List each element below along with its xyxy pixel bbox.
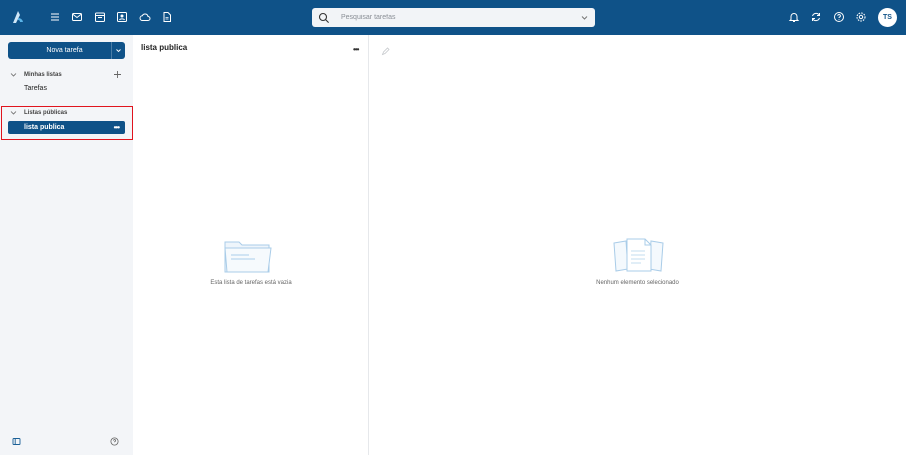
new-task-button[interactable]: Nova tarefa <box>8 42 125 59</box>
collapse-sidebar-icon[interactable] <box>12 437 21 446</box>
menu-icon[interactable] <box>48 10 62 24</box>
refresh-icon[interactable] <box>809 10 823 24</box>
new-task-dropdown[interactable] <box>111 42 125 59</box>
add-list-icon[interactable] <box>113 70 122 79</box>
new-task-label: Nova tarefa <box>46 47 83 54</box>
calendar-icon[interactable] <box>93 10 107 24</box>
my-lists-header[interactable]: Minhas listas <box>10 71 62 78</box>
empty-folder-illustration <box>224 241 272 273</box>
chevron-down-icon[interactable] <box>580 13 589 22</box>
task-list-pane: lista publica ••• Esta lista de tarefas … <box>133 35 369 455</box>
search-icon <box>318 12 329 23</box>
chevron-down-icon <box>10 111 17 115</box>
sidebar-item-tarefas[interactable]: Tarefas <box>24 85 47 92</box>
pencil-icon[interactable] <box>381 47 390 56</box>
empty-list-message: Esta lista de tarefas está vazia <box>210 280 292 286</box>
my-lists-title: Minhas listas <box>24 71 62 78</box>
bell-icon[interactable] <box>787 10 801 24</box>
gear-icon[interactable] <box>854 10 868 24</box>
public-lists-header[interactable]: Listas públicas <box>10 109 67 116</box>
app-logo[interactable] <box>10 9 26 25</box>
document-icon[interactable] <box>160 10 174 24</box>
list-more-options-icon[interactable]: ••• <box>353 45 359 54</box>
documents-illustration <box>613 238 664 272</box>
list-title: lista publica <box>141 43 188 52</box>
sidebar: Nova tarefa Minhas listas Tarefas Listas… <box>0 35 133 455</box>
top-bar: TS <box>0 0 906 35</box>
chevron-down-icon <box>10 73 17 77</box>
sidebar-item-label: lista publica <box>24 124 65 131</box>
task-detail-pane: Nenhum elemento selecionado <box>369 35 906 455</box>
help-icon[interactable] <box>110 437 119 446</box>
help-icon[interactable] <box>832 10 846 24</box>
search-bar[interactable] <box>312 8 595 27</box>
user-avatar[interactable]: TS <box>878 8 897 27</box>
search-input[interactable] <box>341 14 580 21</box>
sidebar-item-lista-publica[interactable]: lista publica ••• <box>8 121 125 134</box>
more-options-icon[interactable]: ••• <box>114 123 120 132</box>
public-lists-title: Listas públicas <box>24 109 68 116</box>
chevron-down-icon <box>116 49 121 53</box>
cloud-icon[interactable] <box>138 10 152 24</box>
contacts-icon[interactable] <box>115 10 129 24</box>
empty-detail-message: Nenhum elemento selecionado <box>596 280 679 286</box>
mail-icon[interactable] <box>70 10 84 24</box>
